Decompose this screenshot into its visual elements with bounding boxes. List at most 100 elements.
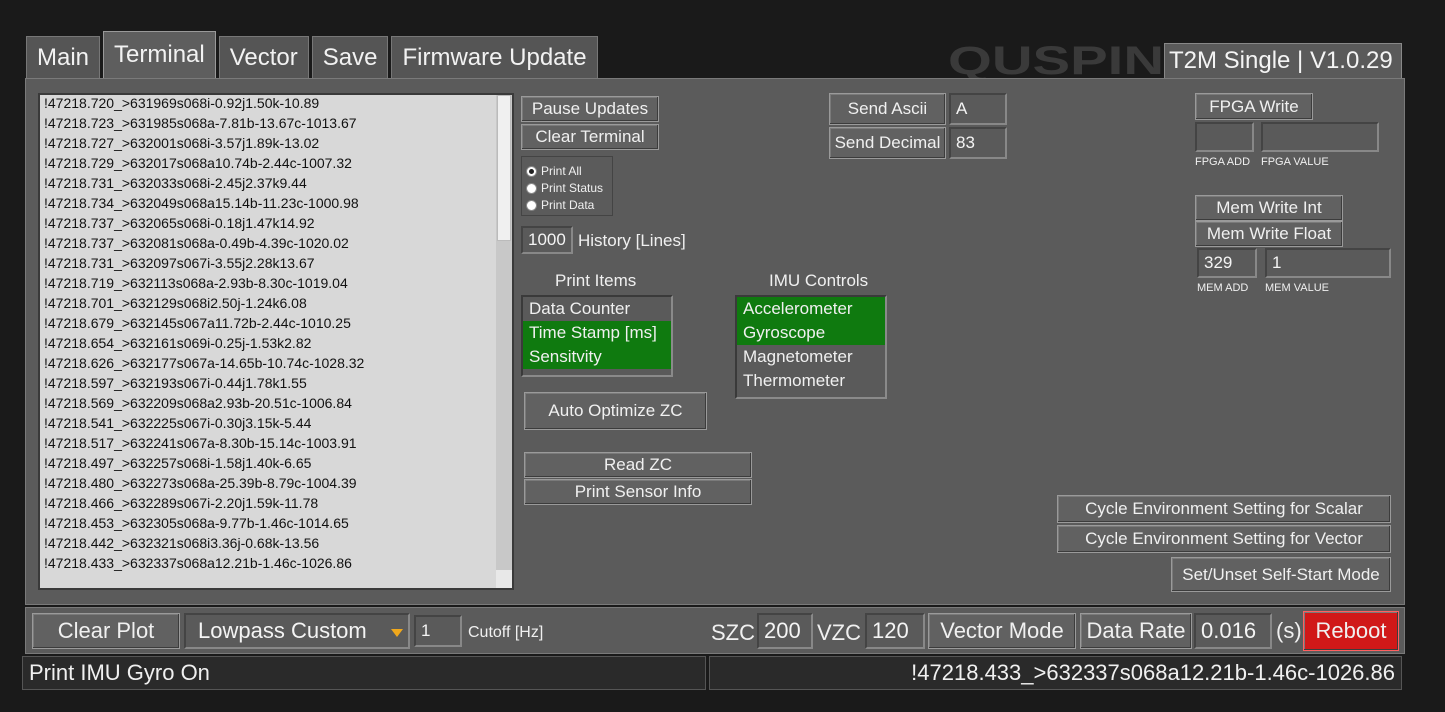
list-item-data-counter[interactable]: Data Counter	[523, 297, 671, 321]
terminal-line: !47218.729_>632017s068a10.74b-2.44c-1007…	[44, 155, 352, 171]
cutoff-label: Cutoff [Hz]	[468, 624, 544, 641]
terminal-line: !47218.731_>632097s067i-3.55j2.28k13.67	[44, 255, 315, 271]
mem-add-label: MEM ADD	[1197, 282, 1249, 294]
radio-print-all[interactable]: Print All	[526, 163, 582, 179]
szc-label: SZC	[711, 620, 755, 645]
imu-controls-list: Accelerometer Gyroscope Magnetometer The…	[735, 295, 887, 399]
fpga-add-input[interactable]	[1195, 122, 1254, 152]
vzc-label: VZC	[817, 620, 861, 645]
data-rate-unit: (s)	[1276, 618, 1302, 643]
reboot-button[interactable]: Reboot	[1303, 611, 1399, 651]
szc-input[interactable]: 200	[757, 613, 813, 649]
terminal-line: !47218.453_>632305s068a-9.77b-1.46c-1014…	[44, 515, 349, 531]
tab-vector[interactable]: Vector	[218, 36, 309, 78]
fpga-value-input[interactable]	[1261, 122, 1379, 152]
clear-terminal-button[interactable]: Clear Terminal	[521, 124, 659, 150]
terminal-line: !47218.737_>632081s068a-0.49b-4.39c-1020…	[44, 235, 349, 251]
terminal-line: !47218.497_>632257s068i-1.58j1.40k-6.65	[44, 455, 312, 471]
mem-value-input[interactable]: 1	[1265, 248, 1391, 278]
logo-text: QUSPIN	[948, 40, 1164, 80]
radio-dot-icon	[526, 165, 537, 177]
terminal-line: !47218.701_>632129s068i2.50j-1.24k6.08	[44, 295, 307, 311]
fpga-value-label: FPGA VALUE	[1261, 156, 1329, 168]
vector-mode-button[interactable]: Vector Mode	[928, 613, 1076, 649]
radio-dot-icon	[526, 199, 537, 211]
terminal-line: !47218.734_>632049s068a15.14b-11.23c-100…	[44, 195, 359, 211]
scrollbar-thumb[interactable]	[497, 95, 511, 241]
radio-label: Print Status	[541, 181, 604, 195]
cycle-environment-scalar-button[interactable]: Cycle Environment Setting for Scalar	[1057, 495, 1391, 523]
radio-print-status[interactable]: Print Status	[526, 180, 603, 196]
send-decimal-input[interactable]: 83	[949, 127, 1007, 159]
fpga-write-button[interactable]: FPGA Write	[1195, 93, 1313, 120]
terminal-line: !47218.517_>632241s067a-8.30b-15.14c-100…	[44, 435, 357, 451]
print-mode-radio-group: Print All Print Status Print Data	[521, 156, 613, 216]
read-zc-button[interactable]: Read ZC	[524, 452, 752, 478]
history-lines-label: History [Lines]	[578, 231, 686, 250]
chevron-down-icon[interactable]	[391, 629, 403, 637]
terminal-line: !47218.731_>632033s068i-2.45j2.37k9.44	[44, 175, 307, 191]
radio-label: Print All	[541, 164, 582, 178]
self-start-mode-button[interactable]: Set/Unset Self-Start Mode	[1171, 557, 1391, 592]
terminal-line: !47218.654_>632161s069i-0.25j-1.53k2.82	[44, 335, 312, 351]
imu-controls-title: IMU Controls	[769, 271, 869, 290]
mem-write-int-button[interactable]: Mem Write Int	[1195, 195, 1343, 221]
list-item-time-stamp[interactable]: Time Stamp [ms]	[523, 321, 671, 345]
list-item-thermometer[interactable]: Thermometer	[737, 369, 885, 393]
terminal-output[interactable]: !47218.720_>631969s068i-0.92j1.50k-10.89…	[38, 93, 514, 590]
tab-firmware-update[interactable]: Firmware Update	[391, 36, 598, 78]
radio-print-data[interactable]: Print Data	[526, 197, 594, 213]
radio-label: Print Data	[541, 198, 595, 212]
terminal-line: !47218.737_>632065s068i-0.18j1.47k14.92	[44, 215, 315, 231]
data-rate-input[interactable]: 0.016	[1194, 613, 1272, 649]
terminal-line: !47218.442_>632321s068i3.36j-0.68k-13.56	[44, 535, 320, 551]
radio-dot-icon	[526, 182, 537, 194]
print-items-list: Data Counter Time Stamp [ms] Sensitvity	[521, 295, 673, 377]
mem-write-float-button[interactable]: Mem Write Float	[1195, 221, 1343, 247]
list-item-magnetometer[interactable]: Magnetometer	[737, 345, 885, 369]
list-item-accelerometer[interactable]: Accelerometer	[737, 297, 885, 321]
history-lines-input[interactable]: 1000	[521, 226, 573, 254]
last-data-line: !47218.433_>632337s068a12.21b-1.46c-1026…	[709, 656, 1402, 690]
print-items-title: Print Items	[555, 271, 637, 290]
mem-add-input[interactable]: 329	[1197, 248, 1257, 278]
terminal-line: !47218.626_>632177s067a-14.65b-10.74c-10…	[44, 355, 365, 371]
terminal-line: !47218.597_>632193s067i-0.44j1.78k1.55	[44, 375, 307, 391]
cutoff-input[interactable]: 1	[414, 615, 462, 647]
terminal-line: !47218.541_>632225s067i-0.30j3.15k-5.44	[44, 415, 312, 431]
mem-value-label: MEM VALUE	[1265, 282, 1329, 294]
print-sensor-info-button[interactable]: Print Sensor Info	[524, 479, 752, 505]
data-rate-button[interactable]: Data Rate	[1080, 613, 1192, 649]
status-message: Print IMU Gyro On	[22, 656, 706, 690]
filter-mode-select[interactable]: Lowpass Custom	[184, 613, 410, 649]
send-ascii-button[interactable]: Send Ascii	[829, 93, 946, 125]
app-title: T2M Single | V1.0.29	[1164, 43, 1402, 79]
tab-bar: Main Terminal Vector Save Firmware Updat…	[26, 30, 601, 78]
terminal-line: !47218.433_>632337s068a12.21b-1.46c-1026…	[44, 555, 352, 571]
terminal-line: !47218.720_>631969s068i-0.92j1.50k-10.89	[44, 95, 320, 111]
terminal-line: !47218.727_>632001s068i-3.57j1.89k-13.02	[44, 135, 320, 151]
tab-save[interactable]: Save	[311, 36, 389, 78]
list-item-gyroscope[interactable]: Gyroscope	[737, 321, 885, 345]
list-item-sensitivity[interactable]: Sensitvity	[523, 345, 671, 369]
terminal-lines: !47218.720_>631969s068i-0.92j1.50k-10.89…	[44, 95, 492, 573]
terminal-line: !47218.723_>631985s068a-7.81b-13.67c-101…	[44, 115, 357, 131]
fpga-add-label: FPGA ADD	[1195, 156, 1251, 168]
terminal-line: !47218.480_>632273s068a-25.39b-8.79c-100…	[44, 475, 357, 491]
filter-mode-value: Lowpass Custom	[198, 618, 367, 643]
scrollbar-track-end	[496, 570, 512, 588]
quspin-logo: QUSPIN	[948, 40, 1164, 80]
send-ascii-input[interactable]: A	[949, 93, 1007, 125]
terminal-line: !47218.466_>632289s067i-2.20j1.59k-11.78	[44, 495, 319, 511]
auto-optimize-zc-button[interactable]: Auto Optimize ZC	[524, 392, 707, 430]
terminal-line: !47218.679_>632145s067a11.72b-2.44c-1010…	[44, 315, 351, 331]
pause-updates-button[interactable]: Pause Updates	[521, 96, 659, 122]
terminal-scrollbar[interactable]	[496, 95, 512, 588]
vzc-input[interactable]: 120	[865, 613, 925, 649]
send-decimal-button[interactable]: Send Decimal	[829, 127, 946, 159]
tab-terminal[interactable]: Terminal	[103, 31, 216, 78]
cycle-environment-vector-button[interactable]: Cycle Environment Setting for Vector	[1057, 525, 1391, 553]
tab-main[interactable]: Main	[26, 36, 101, 78]
clear-plot-button[interactable]: Clear Plot	[32, 613, 180, 649]
terminal-line: !47218.719_>632113s068a-2.93b-8.30c-1019…	[44, 275, 348, 291]
